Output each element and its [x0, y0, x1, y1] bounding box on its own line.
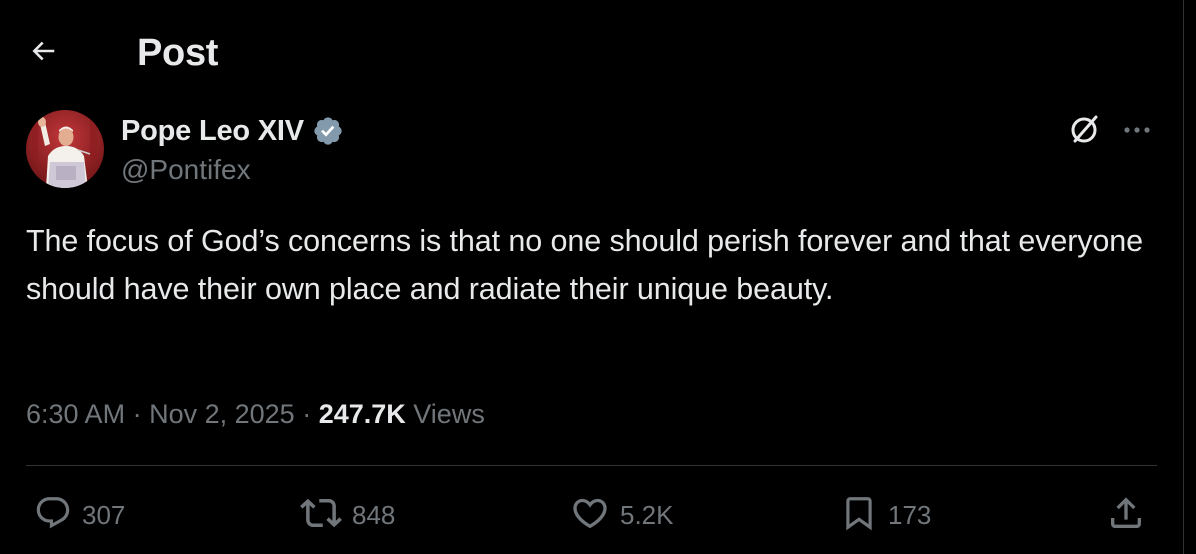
avatar[interactable] [26, 110, 104, 188]
share-icon [1106, 493, 1146, 538]
column-divider [1183, 0, 1184, 554]
reply-icon [34, 494, 72, 537]
repost-button[interactable]: 848 [300, 492, 395, 538]
verified-badge-icon[interactable] [312, 114, 346, 148]
meta-separator: · [132, 399, 150, 429]
bookmark-button[interactable]: 173 [840, 492, 931, 538]
repost-count: 848 [352, 499, 396, 530]
views-label: Views [413, 399, 485, 429]
like-button[interactable]: 5.2K [570, 492, 674, 538]
share-button[interactable] [1106, 492, 1146, 538]
divider [26, 465, 1157, 466]
more-horizontal-icon [1121, 122, 1153, 140]
page-title: Post [137, 32, 219, 74]
bookmark-count: 173 [888, 499, 932, 530]
author-name[interactable]: Pope Leo XIV [121, 115, 304, 148]
like-count: 5.2K [620, 499, 674, 530]
heart-icon [570, 493, 610, 538]
post-text: The focus of God’s concerns is that no o… [26, 224, 1144, 306]
post-time[interactable]: 6:30 AM [26, 399, 125, 429]
views-count: 247.7K [318, 399, 414, 429]
arrow-left-icon [28, 36, 58, 71]
more-button[interactable] [1116, 110, 1158, 152]
repost-icon [300, 492, 342, 539]
grok-button[interactable] [1064, 110, 1106, 152]
meta-separator: · [302, 399, 319, 429]
reply-button[interactable]: 307 [34, 492, 125, 538]
grok-icon [1067, 111, 1103, 152]
bookmark-icon [840, 493, 878, 538]
post-meta: 6:30 AM · Nov 2, 2025 · 247.7K Views [26, 394, 485, 434]
back-button[interactable] [20, 30, 66, 76]
reply-count: 307 [82, 499, 126, 530]
avatar-photo [26, 110, 104, 188]
post-date[interactable]: Nov 2, 2025 [149, 399, 295, 429]
author-handle[interactable]: @Pontifex [121, 152, 251, 188]
